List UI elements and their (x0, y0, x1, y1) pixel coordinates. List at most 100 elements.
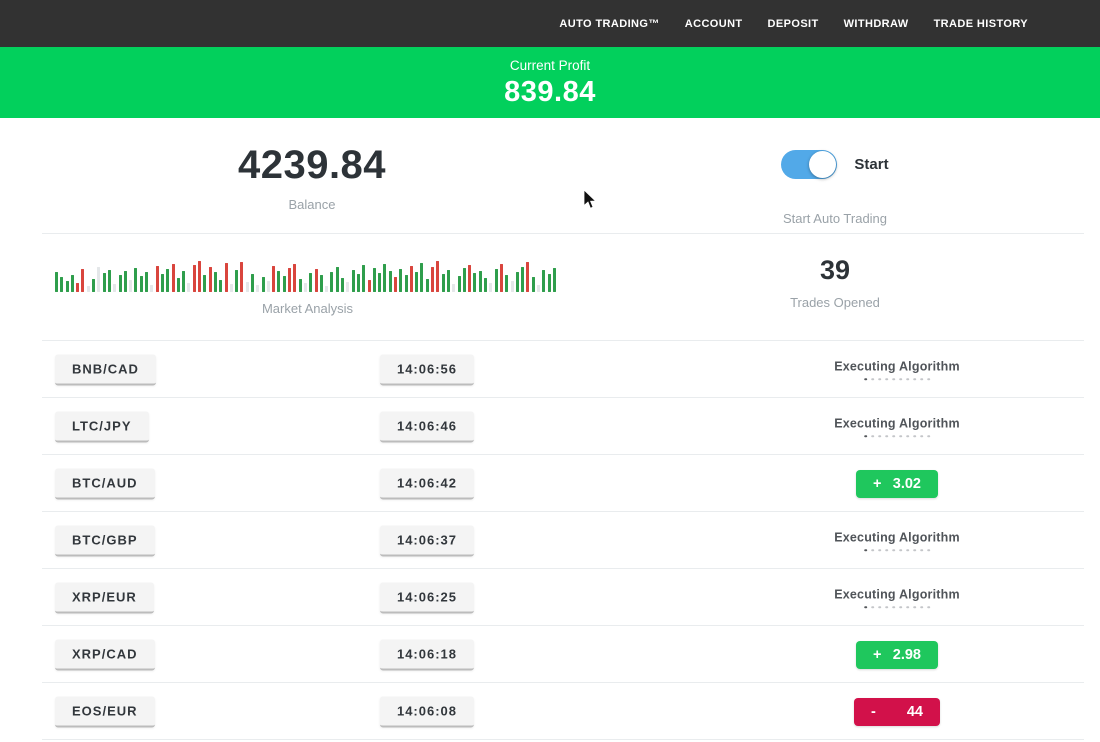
time-badge: 14:06:25 (380, 582, 474, 613)
time-badge: 14:06:18 (380, 639, 474, 670)
chart-bar (177, 278, 180, 292)
nav-item-deposit[interactable]: DEPOSIT (768, 18, 819, 30)
chart-bar (495, 269, 498, 292)
chart-bar (336, 267, 339, 292)
progress-dot (906, 378, 909, 381)
balance-block: 4239.84 Balance (162, 143, 462, 212)
chart-bar (325, 286, 328, 292)
market-analysis-block: Market Analysis (55, 259, 560, 316)
auto-trading-caption: Start Auto Trading (695, 211, 975, 226)
result-sign: + (873, 647, 881, 663)
trade-status: +2.98 (856, 641, 938, 669)
progress-dot (927, 549, 930, 552)
chart-bar (256, 285, 259, 292)
loss-badge: -44 (854, 698, 940, 726)
progress-dot (864, 378, 867, 381)
chart-bar (230, 284, 233, 292)
chart-bar (119, 275, 122, 292)
progress-dots (834, 549, 960, 552)
progress-dot (878, 435, 881, 438)
chart-bar (113, 284, 116, 292)
time-badge: 14:06:46 (380, 411, 474, 442)
chart-bar (320, 275, 323, 292)
trade-status: -44 (854, 698, 940, 726)
progress-dot (864, 549, 867, 552)
chart-bar (145, 272, 148, 292)
chart-bar (140, 276, 143, 292)
profit-banner: Current Profit 839.84 (0, 47, 1100, 118)
chart-bar (463, 268, 466, 292)
result-sign: + (873, 476, 881, 492)
profit-badge: +2.98 (856, 641, 938, 669)
auto-trading-block: Start Start Auto Trading (695, 150, 975, 226)
nav-item-account[interactable]: ACCOUNT (685, 18, 743, 30)
chart-bar (124, 271, 127, 292)
trade-row: LTC/JPY14:06:46Executing Algorithm (0, 398, 1100, 455)
progress-dot (885, 378, 888, 381)
progress-dot (920, 606, 923, 609)
chart-bar (299, 279, 302, 292)
progress-dot (906, 606, 909, 609)
chart-bar (389, 271, 392, 292)
progress-dot (871, 606, 874, 609)
trade-status: +3.02 (856, 470, 938, 498)
chart-bar (394, 277, 397, 292)
top-nav: AUTO TRADING™ ACCOUNT DEPOSIT WITHDRAW TRADE… (0, 0, 1100, 47)
chart-bar (87, 286, 90, 292)
progress-dot (927, 606, 930, 609)
profit-banner-value: 839.84 (0, 76, 1100, 109)
chart-bar (214, 272, 217, 292)
trades-opened-value: 39 (695, 255, 975, 286)
chart-bar (410, 266, 413, 292)
chart-bar (225, 263, 228, 292)
time-badge: 14:06:08 (380, 696, 474, 727)
chart-bar (103, 273, 106, 292)
chart-bar (415, 272, 418, 292)
nav-item-trade-history[interactable]: TRADE HISTORY (934, 18, 1028, 30)
chart-bar (516, 272, 519, 292)
trade-status: Executing Algorithm (834, 587, 960, 609)
page-root: AUTO TRADING™ ACCOUNT DEPOSIT WITHDRAW TRADE… (0, 0, 1100, 742)
chart-bar (209, 267, 212, 292)
mouse-cursor (583, 190, 597, 210)
chart-bar (436, 261, 439, 292)
chart-bar (500, 264, 503, 292)
chart-bar (267, 281, 270, 292)
result-sign: - (871, 704, 876, 720)
trade-row: BNB/CAD14:06:56Executing Algorithm (0, 341, 1100, 398)
chart-bar (357, 274, 360, 292)
chart-bar (293, 264, 296, 292)
chart-bar (272, 266, 275, 292)
nav-item-auto-trading[interactable]: AUTO TRADING™ (559, 18, 659, 30)
progress-dot (892, 606, 895, 609)
progress-dot (913, 378, 916, 381)
chart-bar (473, 273, 476, 292)
progress-dot (913, 549, 916, 552)
market-analysis-label: Market Analysis (55, 301, 560, 316)
progress-dot (913, 435, 916, 438)
progress-dot (899, 435, 902, 438)
progress-dot (920, 549, 923, 552)
progress-dot (899, 378, 902, 381)
progress-dot (892, 549, 895, 552)
section-divider (42, 233, 1084, 234)
progress-dot (899, 549, 902, 552)
chart-bar (235, 270, 238, 292)
toggle-knob (809, 151, 836, 178)
trade-row: EOS/EUR 14:06:08 -44 (0, 683, 1100, 740)
chart-bar (542, 270, 545, 292)
trade-status: Executing Algorithm (834, 416, 960, 438)
trade-row: XRP/CAD14:06:18+2.98 (0, 626, 1100, 683)
trades-opened-label: Trades Opened (695, 295, 975, 310)
executing-label: Executing Algorithm (834, 530, 960, 544)
pair-badge: EOS/EUR (55, 696, 155, 727)
auto-trading-toggle[interactable] (781, 150, 837, 179)
progress-dot (885, 606, 888, 609)
progress-dot (871, 378, 874, 381)
nav-item-withdraw[interactable]: WITHDRAW (844, 18, 909, 30)
chart-bar (553, 268, 556, 292)
chart-bar (198, 261, 201, 292)
pair-badge: BTC/AUD (55, 468, 155, 499)
chart-bar (537, 285, 540, 292)
chart-bar (373, 268, 376, 292)
